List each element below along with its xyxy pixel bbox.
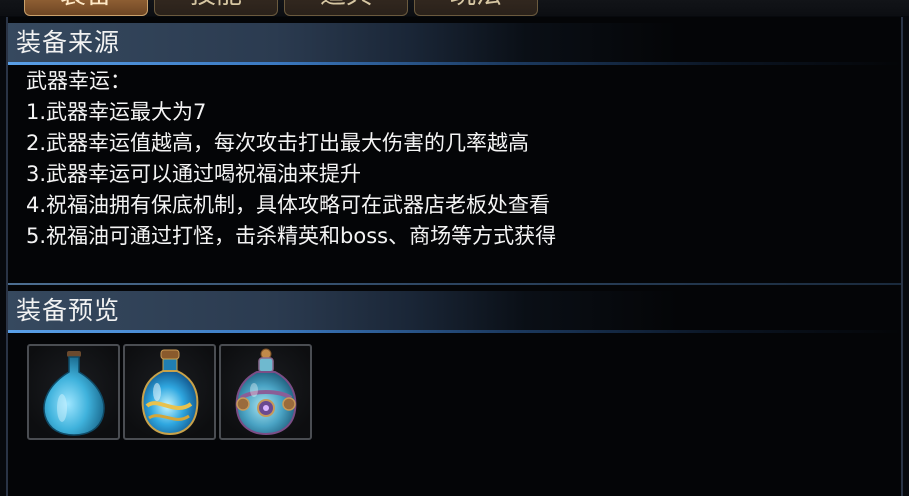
tab-skills-label: 技能 <box>190 0 242 10</box>
source-description: 武器幸运： 1.武器幸运最大为7 2.武器幸运值越高，每次攻击打出最大伤害的几率… <box>26 66 556 252</box>
blessing-oil-bottle-icon <box>141 349 199 436</box>
tab-items[interactable]: 道具 <box>284 0 408 16</box>
equipment-window: 装备 技能 道具 玩法 装备来源 武器幸运： 1.武器幸运最大为7 2.武器幸运… <box>0 0 909 496</box>
content-panel: 装备来源 武器幸运： 1.武器幸运最大为7 2.武器幸运值越高，每次攻击打出最大… <box>6 17 903 496</box>
tab-skills[interactable]: 技能 <box>154 0 278 16</box>
blue-potion-bottle-icon <box>43 351 105 436</box>
source-section-header: 装备来源 <box>8 23 901 65</box>
item-slot[interactable] <box>219 344 312 440</box>
source-section-title: 装备来源 <box>16 28 121 57</box>
description-line: 2.武器幸运值越高，每次攻击打出最大伤害的几率越高 <box>26 131 530 155</box>
tab-equipment-label: 装备 <box>60 0 112 10</box>
description-line: 5.祝福油可通过打怪，击杀精英和boss、商场等方式获得 <box>26 224 557 248</box>
tab-bar: 装备 技能 道具 玩法 <box>0 0 909 16</box>
preview-section-title: 装备预览 <box>16 296 121 325</box>
description-line: 4.祝福油拥有保底机制，具体攻略可在武器店老板处查看 <box>26 193 551 217</box>
tab-items-label: 道具 <box>320 0 372 10</box>
description-line: 3.武器幸运可以通过喝祝福油来提升 <box>26 162 362 186</box>
description-line: 1.武器幸运最大为7 <box>26 100 207 124</box>
item-slot[interactable] <box>27 344 120 440</box>
tab-gameplay-label: 玩法 <box>450 0 502 10</box>
jeweled-potion-bottle-icon <box>235 348 297 436</box>
preview-section-header: 装备预览 <box>8 291 901 333</box>
section-divider <box>8 283 901 285</box>
tab-equipment[interactable]: 装备 <box>24 0 148 16</box>
item-slot[interactable] <box>123 344 216 440</box>
tab-gameplay[interactable]: 玩法 <box>414 0 538 16</box>
description-line: 武器幸运： <box>26 69 131 93</box>
